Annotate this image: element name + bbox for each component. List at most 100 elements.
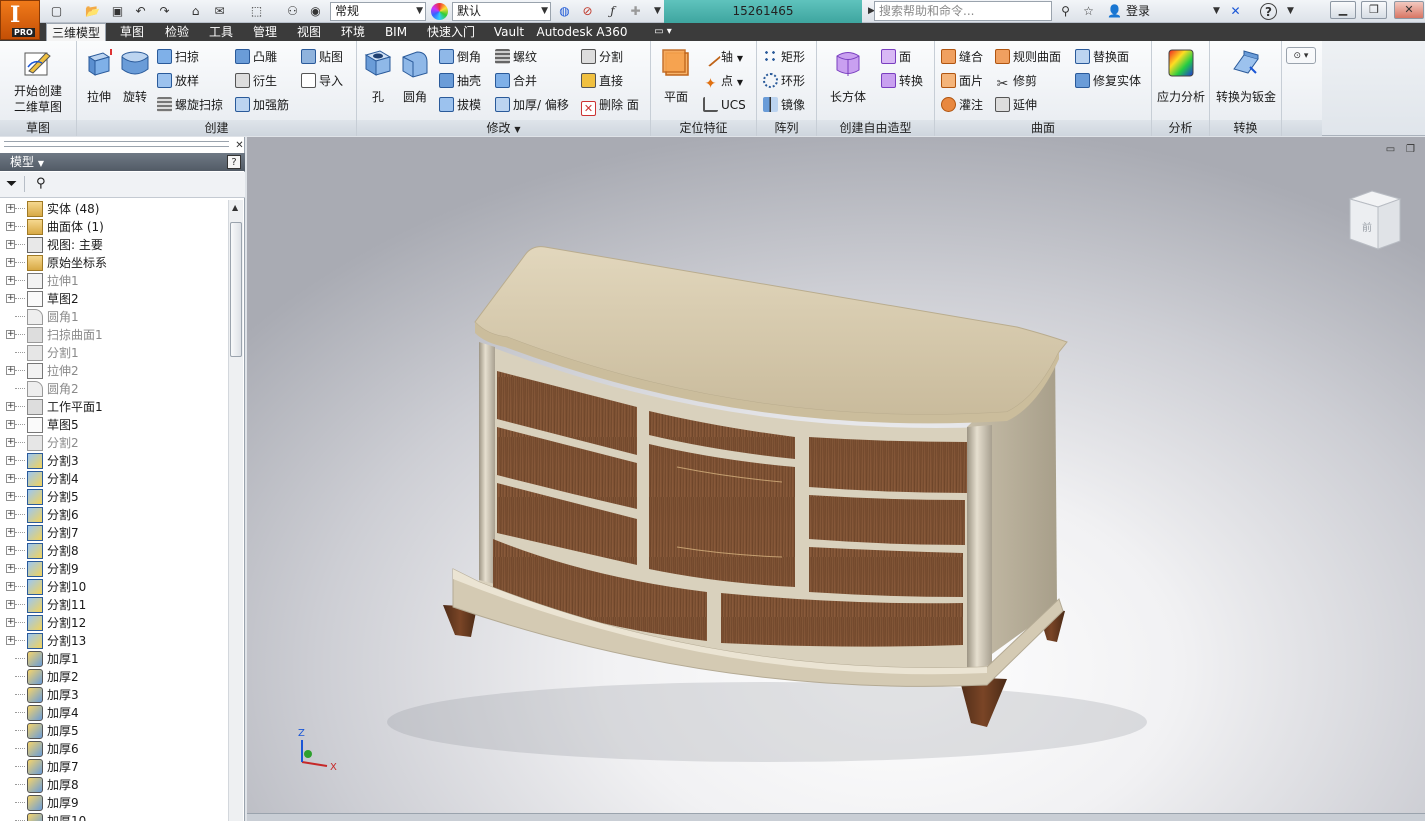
- tree-node[interactable]: + 分割11: [2, 596, 228, 614]
- tree-node[interactable]: + 工作平面1: [2, 398, 228, 416]
- tab-3d-model[interactable]: 三维模型: [46, 23, 106, 41]
- favorites-icon[interactable]: ☆: [1080, 3, 1097, 20]
- tree-node[interactable]: + 分割6: [2, 506, 228, 524]
- tree-node[interactable]: 加厚1: [2, 650, 228, 668]
- help-chevron-icon[interactable]: ▼: [1282, 3, 1299, 20]
- tree-node[interactable]: + 分割12: [2, 614, 228, 632]
- expand-icon[interactable]: +: [6, 456, 15, 465]
- expand-icon[interactable]: +: [6, 222, 15, 231]
- delete-face-button[interactable]: ✕ 删除 面: [581, 95, 639, 116]
- expand-icon[interactable]: +: [6, 510, 15, 519]
- browser-scrollbar[interactable]: ▲: [228, 200, 243, 821]
- freeform-box-button[interactable]: 长方体: [823, 47, 873, 105]
- tab-bim[interactable]: BIM: [378, 23, 414, 41]
- tree-node[interactable]: + 原始坐标系: [2, 254, 228, 272]
- tree-node[interactable]: + 拉伸1: [2, 272, 228, 290]
- repair-bodies-button[interactable]: 修复实体: [1075, 71, 1141, 91]
- expand-icon[interactable]: +: [6, 204, 15, 213]
- restore-button[interactable]: ❐: [1361, 1, 1387, 19]
- sculpt-button[interactable]: 灌注: [941, 95, 983, 115]
- circular-pattern-button[interactable]: 环形: [763, 71, 805, 91]
- tree-node[interactable]: + 分割10: [2, 578, 228, 596]
- tab-a360[interactable]: Autodesk A360: [536, 23, 628, 41]
- plane-button[interactable]: 平面: [655, 47, 697, 105]
- redo-icon[interactable]: ↷: [156, 3, 173, 20]
- ribbon-options-icon[interactable]: ▭ ▾: [648, 23, 678, 41]
- start-2d-sketch-button[interactable]: 开始创建 二维草图: [6, 47, 70, 115]
- fillet-button[interactable]: 圆角: [397, 47, 433, 105]
- freeform-face-button[interactable]: 面: [881, 47, 911, 67]
- tab-vault[interactable]: Vault: [488, 23, 530, 41]
- scroll-up-icon[interactable]: ▲: [232, 203, 238, 212]
- emboss-button[interactable]: 凸雕: [235, 47, 277, 67]
- expand-icon[interactable]: +: [6, 366, 15, 375]
- ruled-surface-button[interactable]: 规则曲面: [995, 47, 1061, 67]
- open-icon[interactable]: 📂: [84, 3, 101, 20]
- import-button[interactable]: 导入: [301, 71, 343, 91]
- expand-icon[interactable]: +: [6, 546, 15, 555]
- select-icon[interactable]: ⬚: [248, 3, 265, 20]
- tree-node[interactable]: 加厚9: [2, 794, 228, 812]
- tree-node[interactable]: + 分割13: [2, 632, 228, 650]
- tree-node[interactable]: + 分割7: [2, 524, 228, 542]
- axis-button[interactable]: 轴 ▼: [699, 45, 743, 68]
- minimize-button[interactable]: ▁: [1330, 1, 1356, 19]
- tree-node[interactable]: + 分割9: [2, 560, 228, 578]
- rectangular-pattern-button[interactable]: 矩形: [763, 47, 805, 67]
- expand-icon[interactable]: +: [6, 402, 15, 411]
- login-chevron-icon[interactable]: ▼: [1208, 3, 1225, 20]
- expand-icon[interactable]: +: [6, 276, 15, 285]
- tree-node[interactable]: + 拉伸2: [2, 362, 228, 380]
- tree-node[interactable]: + 分割3: [2, 452, 228, 470]
- expand-icon[interactable]: +: [6, 582, 15, 591]
- tree-node[interactable]: 加厚7: [2, 758, 228, 776]
- add-icon[interactable]: ✚: [627, 3, 644, 20]
- revolve-button[interactable]: 旋转: [117, 47, 153, 105]
- expand-icon[interactable]: +: [6, 438, 15, 447]
- chamfer-button[interactable]: 倒角: [439, 47, 481, 67]
- extrude-button[interactable]: 拉伸: [81, 47, 117, 105]
- draft-button[interactable]: 拔模: [439, 95, 481, 115]
- expand-icon[interactable]: +: [6, 636, 15, 645]
- panel-title-modify[interactable]: 修改 ▼: [357, 120, 650, 136]
- tree-node[interactable]: 加厚5: [2, 722, 228, 740]
- tree-node[interactable]: 加厚4: [2, 704, 228, 722]
- save-icon[interactable]: ▣: [109, 3, 126, 20]
- rib-button[interactable]: 加强筋: [235, 95, 289, 115]
- expand-icon[interactable]: +: [6, 618, 15, 627]
- tab-environments[interactable]: 环境: [332, 23, 374, 41]
- tree-node[interactable]: 圆角2: [2, 380, 228, 398]
- expand-icon[interactable]: +: [6, 258, 15, 267]
- update-icon[interactable]: ✉: [211, 3, 228, 20]
- expand-icon[interactable]: +: [6, 420, 15, 429]
- convert-to-sheet-metal-button[interactable]: 转换为钣金: [1212, 47, 1280, 105]
- viewcube[interactable]: 前: [1342, 187, 1412, 267]
- tree-node[interactable]: + 视图: 主要: [2, 236, 228, 254]
- appearance-icon[interactable]: [431, 3, 448, 20]
- tree-node[interactable]: 加厚2: [2, 668, 228, 686]
- material-combo[interactable]: 默认 ▼: [452, 2, 551, 21]
- expand-icon[interactable]: +: [6, 528, 15, 537]
- tab-view[interactable]: 视图: [288, 23, 330, 41]
- expand-icon[interactable]: +: [6, 474, 15, 483]
- patch-button[interactable]: 面片: [941, 71, 983, 91]
- coil-button[interactable]: 螺旋扫掠: [157, 95, 223, 115]
- extend-button[interactable]: 延伸: [995, 95, 1037, 115]
- tree-node[interactable]: 加厚6: [2, 740, 228, 758]
- derive-button[interactable]: 衍生: [235, 71, 277, 91]
- freeform-convert-button[interactable]: 转换: [881, 71, 923, 91]
- filter-icon[interactable]: ⏷: [6, 176, 17, 192]
- clear-override-icon[interactable]: ⊘: [579, 3, 596, 20]
- combine-button[interactable]: 合并: [495, 71, 537, 91]
- tab-get-started[interactable]: 快速入门: [418, 23, 484, 41]
- appearance-combo[interactable]: 常规 ▼: [330, 2, 426, 21]
- tree-node[interactable]: + 草图2: [2, 290, 228, 308]
- graphics-viewport[interactable]: ▭ ❐ X Z 前: [247, 137, 1425, 817]
- tree-node[interactable]: 加厚8: [2, 776, 228, 794]
- undo-icon[interactable]: ↶: [132, 3, 149, 20]
- browser-close-icon[interactable]: ✕: [231, 137, 248, 154]
- find-icon[interactable]: ⚲: [36, 176, 46, 191]
- thread-button[interactable]: 螺纹: [495, 47, 537, 67]
- stress-analysis-button[interactable]: 应力分析: [1154, 47, 1208, 105]
- expand-icon[interactable]: +: [6, 240, 15, 249]
